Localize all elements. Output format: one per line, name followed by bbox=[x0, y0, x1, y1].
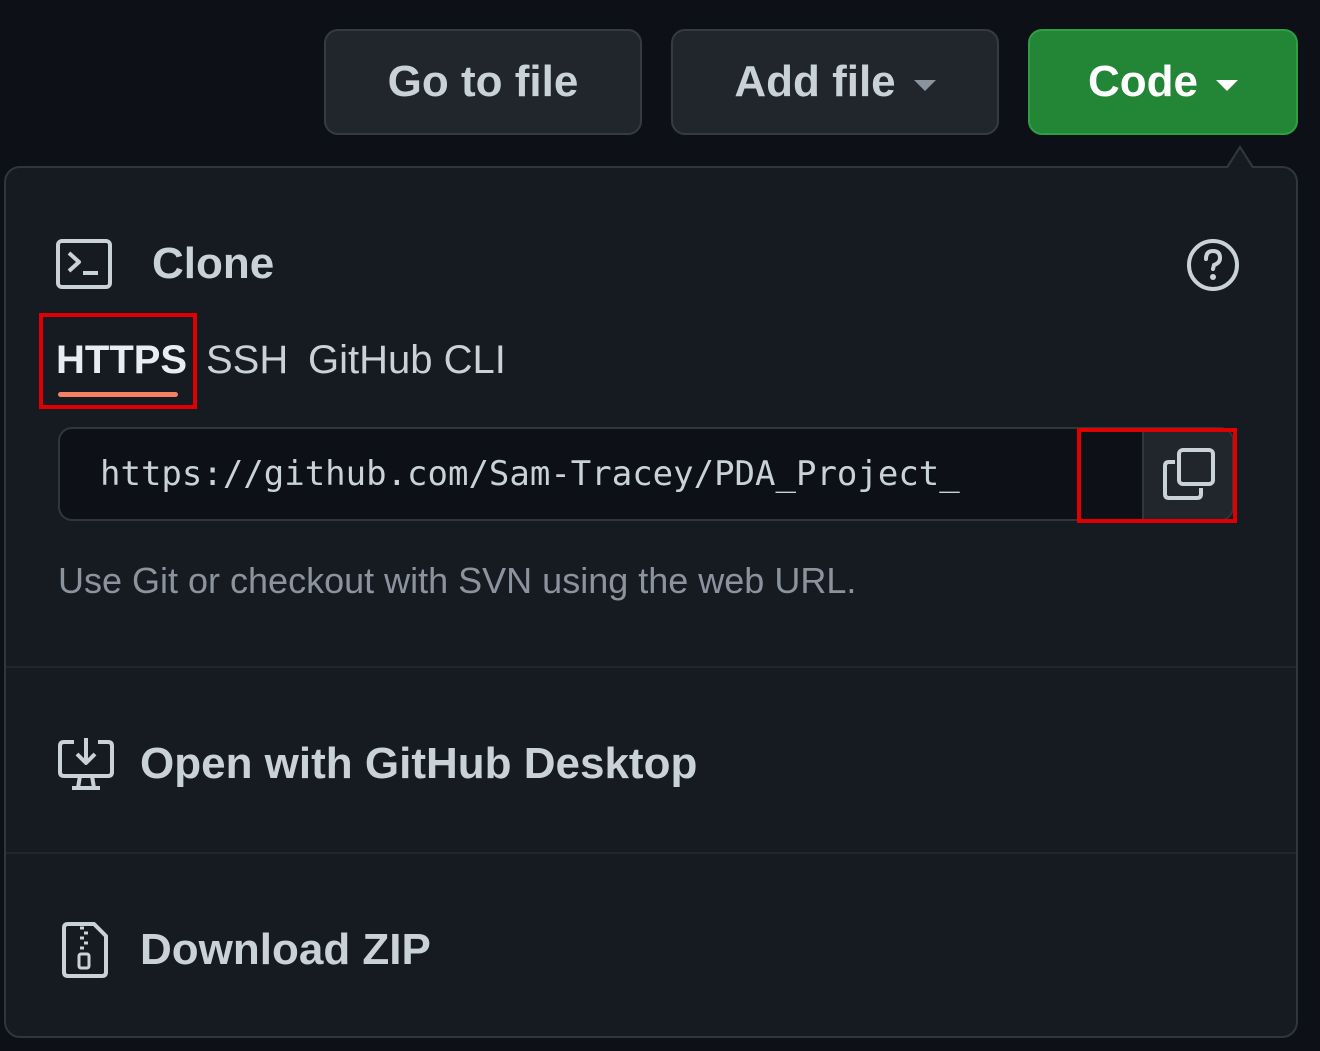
caret-down-icon bbox=[913, 79, 936, 91]
terminal-icon bbox=[56, 239, 112, 289]
download-zip-label: Download ZIP bbox=[140, 925, 431, 974]
file-zip-icon bbox=[62, 922, 108, 978]
desktop-download-icon bbox=[58, 738, 114, 790]
add-file-label: Add file bbox=[734, 57, 896, 106]
clone-url-field bbox=[58, 427, 1234, 521]
clone-url-input[interactable] bbox=[60, 429, 1078, 519]
repo-toolbar: Go to file Add file Code bbox=[0, 0, 1320, 165]
tab-github-cli[interactable]: GitHub CLI bbox=[308, 338, 506, 383]
question-circle-icon[interactable] bbox=[1186, 238, 1240, 292]
highlight-box-https bbox=[39, 313, 197, 409]
clone-header: Clone bbox=[56, 236, 274, 292]
divider bbox=[6, 852, 1296, 854]
code-label: Code bbox=[1088, 57, 1198, 106]
open-with-github-desktop-label: Open with GitHub Desktop bbox=[140, 739, 698, 788]
dropdown-pointer-fill bbox=[1228, 149, 1252, 168]
go-to-file-button[interactable]: Go to file bbox=[324, 29, 642, 135]
code-button[interactable]: Code bbox=[1028, 29, 1298, 135]
highlight-box-copy bbox=[1077, 428, 1237, 523]
download-zip-item[interactable]: Download ZIP bbox=[56, 918, 431, 982]
open-with-github-desktop-item[interactable]: Open with GitHub Desktop bbox=[56, 732, 697, 796]
divider bbox=[6, 666, 1296, 668]
add-file-button[interactable]: Add file bbox=[671, 29, 999, 135]
tab-ssh[interactable]: SSH bbox=[206, 338, 288, 383]
code-dropdown-panel bbox=[4, 166, 1298, 1038]
caret-down-icon bbox=[1216, 79, 1238, 91]
clone-hint-text: Use Git or checkout with SVN using the w… bbox=[58, 560, 857, 601]
clone-title: Clone bbox=[152, 239, 275, 288]
go-to-file-label: Go to file bbox=[387, 57, 579, 106]
